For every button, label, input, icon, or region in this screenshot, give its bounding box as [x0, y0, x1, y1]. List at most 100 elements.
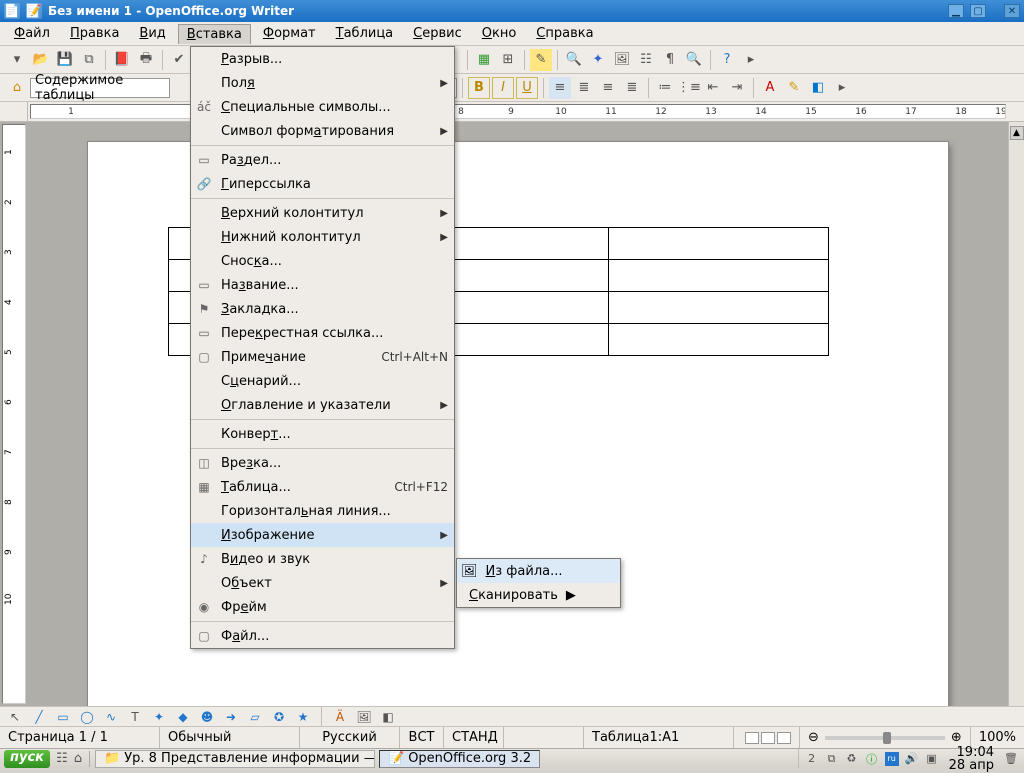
menu-аблица[interactable]: Таблица	[328, 24, 402, 43]
show-desktop-icon[interactable]: ☷	[54, 751, 70, 767]
numbered-list-button[interactable]: ≔	[654, 77, 676, 99]
saveall-icon[interactable]: ⧉	[78, 49, 100, 71]
submenu-item[interactable]: Сканировать▶	[457, 583, 620, 607]
tray-volume-icon[interactable]: 🔊	[905, 752, 919, 766]
menu-кно[interactable]: Окно	[474, 24, 525, 43]
menu-item[interactable]: Верхний колонтитул▶	[191, 201, 454, 225]
menu-item[interactable]: Сценарий...	[191, 369, 454, 393]
maximize-button[interactable]: ▢	[970, 4, 986, 18]
menu-item[interactable]: ◉Фрейм	[191, 595, 454, 619]
menu-ервис[interactable]: Сервис	[405, 24, 470, 43]
insert-icon[interactable]: ⊞	[497, 49, 519, 71]
new-button[interactable]: ▾	[6, 49, 28, 71]
menu-item[interactable]: áčСпециальные символы...	[191, 95, 454, 119]
tray-count[interactable]: 2	[805, 752, 819, 766]
increase-indent-button[interactable]: ⇥	[726, 77, 748, 99]
bg-color-button[interactable]: ◧	[807, 77, 829, 99]
nonprinting-button[interactable]: ¶	[659, 49, 681, 71]
scroll-up-icon[interactable]: ▲	[1010, 126, 1024, 140]
menu-item[interactable]: Оглавление и указатели▶	[191, 393, 454, 417]
font-color-button[interactable]: A	[759, 77, 781, 99]
menu-item[interactable]: ▢Файл...	[191, 624, 454, 648]
styles-button[interactable]: ⌂	[6, 77, 28, 99]
menu-ставка[interactable]: Вставка	[178, 24, 251, 44]
highlight-button[interactable]: ✎	[783, 77, 805, 99]
document-viewport[interactable]	[28, 122, 1008, 706]
arrows-icon[interactable]: ➜	[222, 708, 240, 726]
decrease-indent-button[interactable]: ⇤	[702, 77, 724, 99]
datasources-button[interactable]: ☷	[635, 49, 657, 71]
menu-равка[interactable]: Правка	[62, 24, 127, 43]
menu-item[interactable]: Объект▶	[191, 571, 454, 595]
zoom-button[interactable]: 🔍	[683, 49, 705, 71]
tray-icon[interactable]: ⧉	[825, 752, 839, 766]
text-tool-icon[interactable]: T	[126, 708, 144, 726]
menu-item[interactable]: Горизонтальная линия...	[191, 499, 454, 523]
align-justify-button[interactable]: ≣	[621, 77, 643, 99]
menu-правка[interactable]: Справка	[528, 24, 601, 43]
callout-tool-icon[interactable]: ✦	[150, 708, 168, 726]
toolbar-overflow-icon[interactable]: ▸	[831, 77, 853, 99]
tray-lang-icon[interactable]: ru	[885, 752, 899, 766]
menu-айл[interactable]: Файл	[6, 24, 58, 43]
menu-ормат[interactable]: Формат	[255, 24, 324, 43]
menu-item[interactable]: ▭Раздел...	[191, 148, 454, 172]
extrusion-icon[interactable]: ◧	[379, 708, 397, 726]
open-button[interactable]: 📂	[30, 49, 52, 71]
horizontal-ruler[interactable]: 18910111213141516171819	[30, 104, 1006, 119]
navigator-button[interactable]: ✦	[587, 49, 609, 71]
align-right-button[interactable]: ≡	[597, 77, 619, 99]
export-pdf-button[interactable]: 📕	[111, 49, 133, 71]
underline-button[interactable]: U	[516, 77, 538, 99]
freeform-tool-icon[interactable]: ∿	[102, 708, 120, 726]
status-selection-mode[interactable]: СТАНД	[444, 727, 504, 748]
help-button[interactable]: ?	[716, 49, 738, 71]
status-view-layout[interactable]	[737, 727, 800, 748]
status-insert-mode[interactable]: ВСТ	[400, 727, 444, 748]
draw-functions-icon[interactable]: ✎	[530, 49, 552, 71]
menu-item[interactable]: ▭Название...	[191, 273, 454, 297]
menu-item[interactable]: Сноска...	[191, 249, 454, 273]
quick-launch-icon[interactable]: ⌂	[70, 751, 86, 767]
status-style[interactable]: Обычный	[160, 727, 300, 748]
gallery-button[interactable]: 🖼	[611, 49, 633, 71]
status-page[interactable]: Страница 1 / 1	[0, 727, 160, 748]
minimize-button[interactable]: ▁	[948, 4, 964, 18]
bullet-list-button[interactable]: ⋮≡	[678, 77, 700, 99]
bold-button[interactable]: B	[468, 77, 490, 99]
toolbar-overflow-icon[interactable]: ▸	[740, 49, 762, 71]
fontwork-icon[interactable]: Ä	[331, 708, 349, 726]
insert-table-icon[interactable]: ▦	[473, 49, 495, 71]
find-button[interactable]: 🔍	[563, 49, 585, 71]
paragraph-style-dropdown[interactable]: Содержимое таблицы	[30, 78, 170, 98]
save-button[interactable]: 💾	[54, 49, 76, 71]
vertical-scrollbar[interactable]: ▲	[1008, 122, 1024, 706]
select-tool-icon[interactable]: ↖	[6, 708, 24, 726]
from-file-icon[interactable]: 🖼	[355, 708, 373, 726]
menu-item[interactable]: Нижний колонтитул▶	[191, 225, 454, 249]
menu-item[interactable]: Символ форматирования▶	[191, 119, 454, 143]
stars-icon[interactable]: ★	[294, 708, 312, 726]
taskbar-item-dolphin[interactable]: 📁 Ур. 8 Представление информации — Dolp	[95, 750, 375, 768]
align-left-button[interactable]: ≡	[549, 77, 571, 99]
menu-item[interactable]: ⚑Закладка...	[191, 297, 454, 321]
menu-item[interactable]: Изображение▶	[191, 523, 454, 547]
tray-icon[interactable]: ♻	[845, 752, 859, 766]
menu-item[interactable]: ♪Видео и звук	[191, 547, 454, 571]
status-language[interactable]: Русский	[300, 727, 400, 748]
ellipse-tool-icon[interactable]: ◯	[78, 708, 96, 726]
print-button[interactable]: 🖶	[135, 49, 157, 71]
menu-item[interactable]: ▭Перекрестная ссылка...	[191, 321, 454, 345]
tray-trash-icon[interactable]: 🗑	[1004, 752, 1018, 766]
italic-button[interactable]: I	[492, 77, 514, 99]
spellcheck-button[interactable]: ✔	[168, 49, 190, 71]
zoom-out-icon[interactable]: ⊖	[808, 730, 819, 745]
flowchart-icon[interactable]: ▱	[246, 708, 264, 726]
menu-item[interactable]: ▦Таблица...Ctrl+F12	[191, 475, 454, 499]
status-table-cell[interactable]: Таблица1:A1	[584, 727, 734, 748]
menu-item[interactable]: ▢ПримечаниеCtrl+Alt+N	[191, 345, 454, 369]
tray-icon[interactable]: ▣	[925, 752, 939, 766]
callouts-icon[interactable]: ✪	[270, 708, 288, 726]
tray-info-icon[interactable]: ⓘ	[865, 752, 879, 766]
menu-item[interactable]: Разрыв...	[191, 47, 454, 71]
